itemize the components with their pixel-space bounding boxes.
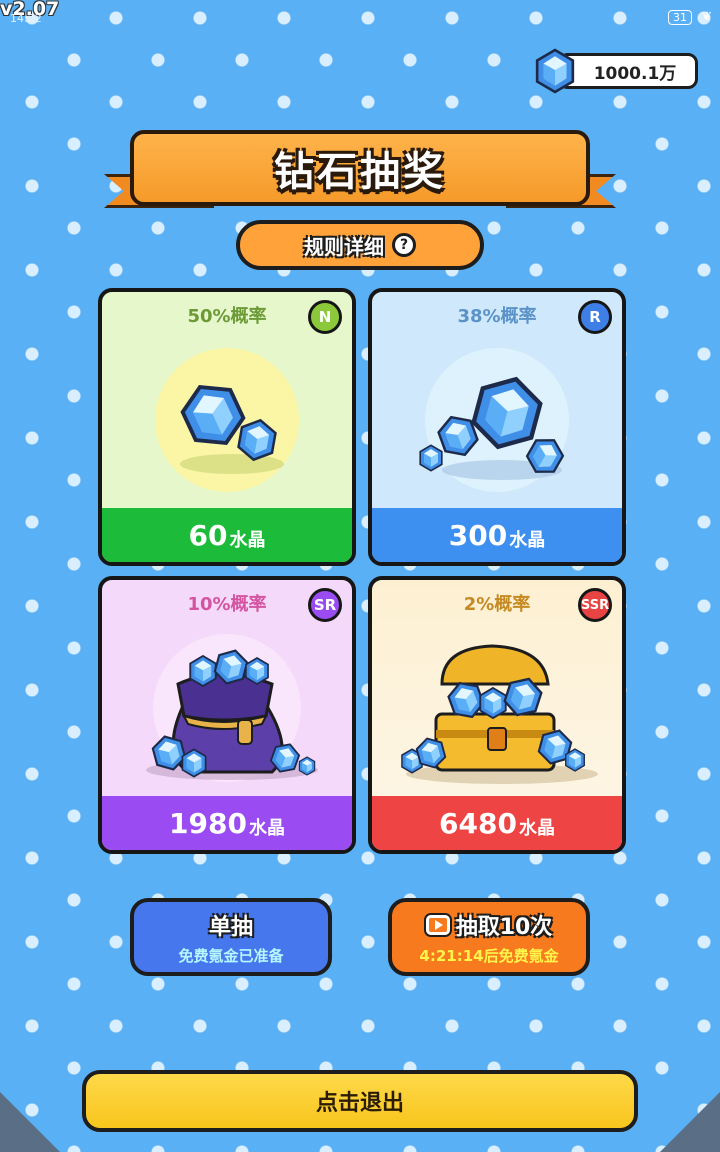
prize-card-ssr: 2%概率 SSR 6480 水晶	[368, 576, 626, 854]
reward-bar: 300 水晶	[372, 508, 622, 562]
rules-label: 规则详细	[304, 234, 384, 259]
reward-amount: 60	[188, 518, 228, 552]
leaf-icon: ❦	[701, 9, 712, 23]
reward-unit: 水晶	[229, 530, 266, 551]
rarity-badge: SR	[308, 588, 342, 622]
page-title: 钻石抽奖	[274, 149, 446, 195]
reward-bar: 6480 水晶	[372, 796, 622, 850]
corner-decoration-left	[0, 1092, 60, 1152]
video-icon	[425, 914, 450, 935]
diamond-pile-icon	[419, 348, 569, 492]
two-diamonds-icon	[155, 348, 299, 492]
ten-draw-subtitle: 4:21:14后免费氪金	[419, 946, 559, 965]
rarity-badge: R	[578, 300, 612, 334]
prize-card-r: 38%概率 R 300 水晶	[368, 288, 626, 566]
treasure-chest-icon	[401, 644, 598, 784]
prize-card-sr: 10%概率 SR 1980 水晶	[98, 576, 356, 854]
reward-bar: 60 水晶	[102, 508, 352, 562]
clock: 14:22	[10, 12, 42, 25]
rarity-badge: N	[308, 300, 342, 334]
reward-bar: 1980 水晶	[102, 796, 352, 850]
reward-unit: 水晶	[509, 530, 546, 551]
rarity-badge: SSR	[578, 588, 612, 622]
reward-amount: 1980	[169, 806, 247, 840]
ten-draw-main: 抽取10次	[425, 909, 553, 941]
currency-display[interactable]: 1000.1万	[534, 50, 700, 92]
single-draw-button[interactable]: 单抽 免费氪金已准备	[130, 898, 332, 976]
battery-indicator: 31	[668, 10, 692, 25]
title-banner: 钻石抽奖	[104, 130, 616, 222]
ten-draw-label: 抽取10次	[455, 914, 553, 940]
single-draw-label: 单抽	[208, 914, 253, 940]
corner-decoration-right	[660, 1092, 720, 1152]
exit-button[interactable]: 点击退出	[82, 1070, 638, 1132]
reward-amount: 300	[448, 518, 508, 552]
reward-amount: 6480	[439, 806, 517, 840]
reward-unit: 水晶	[248, 818, 285, 839]
currency-amount: 1000.1万	[558, 53, 698, 89]
rules-button[interactable]: 规则详细 ?	[236, 220, 484, 270]
blue-diamond-icon	[534, 46, 576, 96]
single-draw-subtitle: 免费氪金已准备	[178, 946, 284, 965]
question-icon: ?	[392, 233, 416, 257]
diamond-bag-icon	[146, 634, 318, 782]
prize-card-n: 50%概率 N 60 水晶	[98, 288, 356, 566]
reward-unit: 水晶	[518, 818, 555, 839]
ten-draw-button[interactable]: 抽取10次 4:21:14后免费氪金	[388, 898, 590, 976]
banner-plate: 钻石抽奖	[130, 130, 590, 206]
